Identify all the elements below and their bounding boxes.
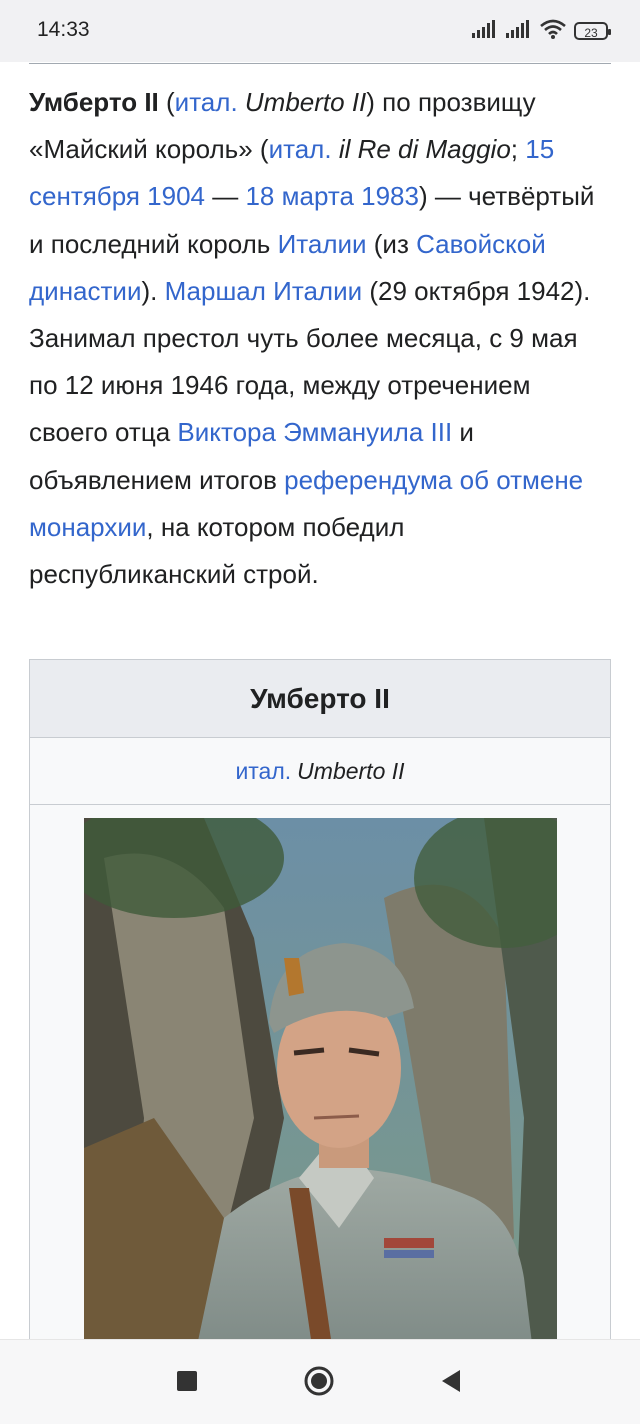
home-circle-icon <box>303 1365 335 1402</box>
home-button[interactable] <box>302 1366 336 1400</box>
status-icons: 23 <box>472 19 611 44</box>
link-italy[interactable]: Италии <box>278 229 367 259</box>
nickname: il Re di Maggio <box>338 134 511 165</box>
back-button[interactable] <box>434 1366 468 1400</box>
wifi-icon <box>540 19 566 44</box>
link-death-date[interactable]: 18 марта 1983 <box>245 181 419 211</box>
status-bar: 14:33 23 <box>0 0 640 62</box>
link-ital[interactable]: итал. <box>269 134 332 164</box>
divider <box>29 63 611 64</box>
square-icon <box>176 1370 198 1397</box>
infobox-title: Умберто II <box>30 660 610 738</box>
signal-icon <box>472 19 498 43</box>
signal-icon <box>506 19 532 43</box>
article-subject: Умберто II <box>29 87 159 117</box>
portrait-photo[interactable] <box>84 818 557 1360</box>
infobox-subtitle: итал. Umberto II <box>30 738 610 805</box>
battery-icon: 23 <box>574 22 611 40</box>
link-marshal[interactable]: Маршал Италии <box>165 276 363 306</box>
link-ital[interactable]: итал. <box>235 758 291 785</box>
original-name: Umberto II <box>244 87 367 117</box>
system-navigation-bar <box>0 1339 640 1424</box>
infobox-original-name: Umberto II <box>297 757 405 784</box>
infobox: Умберто II итал. Umberto II <box>29 659 611 1360</box>
lead-paragraph: Умберто II (итал. Umberto II) по прозвищ… <box>29 87 595 590</box>
status-time: 14:33 <box>37 18 90 41</box>
link-ital[interactable]: итал. <box>175 87 238 117</box>
link-father[interactable]: Виктора Эммануила III <box>177 417 452 447</box>
back-triangle-icon <box>440 1369 462 1398</box>
recents-button[interactable] <box>170 1366 204 1400</box>
